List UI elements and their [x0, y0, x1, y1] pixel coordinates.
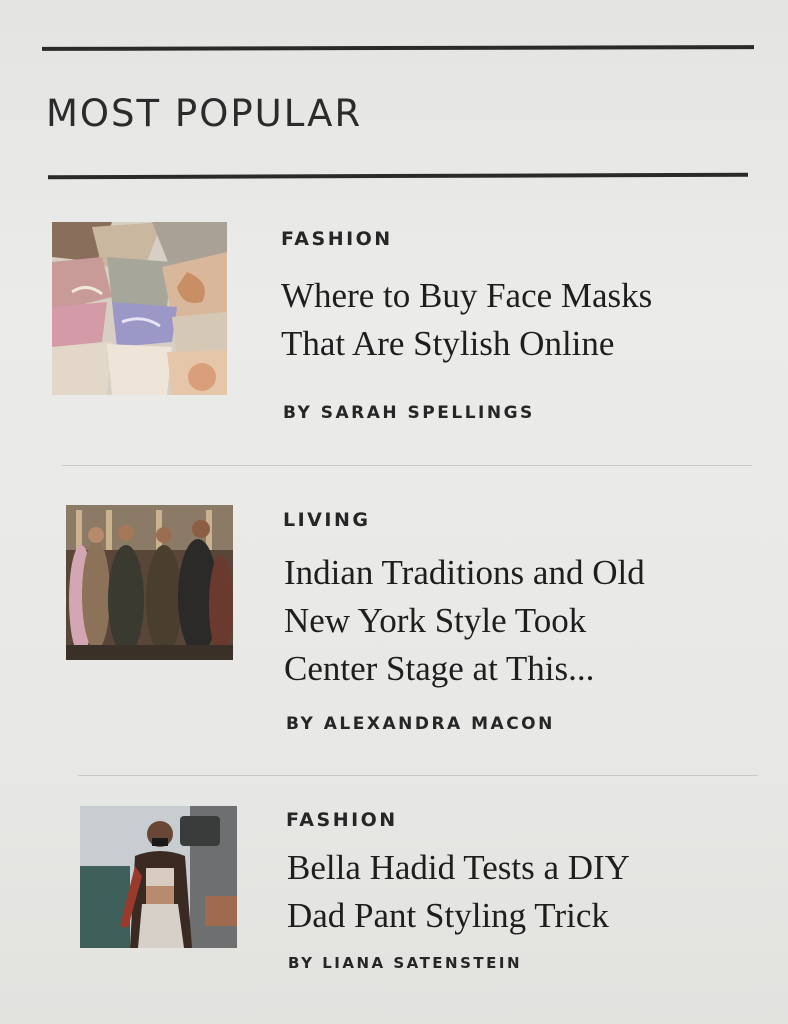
article-3-title-line-1: Bella Hadid Tests a DIY: [287, 848, 630, 887]
article-2-title-line-2: New York Style Took: [284, 601, 587, 640]
article-3-category[interactable]: FASHION: [286, 809, 398, 831]
top-rule: [41, 45, 755, 51]
article-divider-1: [62, 465, 752, 466]
article-1-title-line-2: That Are Stylish Online: [281, 324, 615, 363]
article-2-title-line-3: Center Stage at This...: [284, 649, 595, 688]
article-2-thumbnail[interactable]: [66, 505, 233, 660]
article-2-category[interactable]: LIVING: [283, 509, 370, 531]
article-1-title[interactable]: Where to Buy Face Masks That Are Stylish…: [281, 272, 721, 368]
page: { "section": { "title": "MOST POPULAR" }…: [0, 0, 788, 1024]
article-1-byline[interactable]: BY SARAH SPELLINGS: [283, 403, 535, 423]
article-3-title-line-2: Dad Pant Styling Trick: [287, 896, 609, 935]
street-style-image: [80, 806, 237, 948]
article-1-thumbnail[interactable]: [52, 222, 227, 395]
article-2-title[interactable]: Indian Traditions and Old New York Style…: [284, 549, 724, 693]
face-masks-image: [52, 222, 227, 395]
wedding-group-image: [66, 505, 233, 660]
article-2-byline[interactable]: BY ALEXANDRA MACON: [286, 714, 555, 734]
header-bottom-rule: [47, 172, 749, 180]
article-1-title-line-1: Where to Buy Face Masks: [281, 276, 653, 315]
article-divider-2: [78, 775, 758, 776]
article-1-category[interactable]: FASHION: [281, 228, 393, 250]
section-title: MOST POPULAR: [46, 92, 363, 135]
article-3-byline[interactable]: BY LIANA SATENSTEIN: [288, 954, 522, 972]
article-2-title-line-1: Indian Traditions and Old: [284, 553, 645, 592]
article-3-thumbnail[interactable]: [80, 806, 237, 948]
article-3-title[interactable]: Bella Hadid Tests a DIY Dad Pant Styling…: [287, 844, 727, 940]
